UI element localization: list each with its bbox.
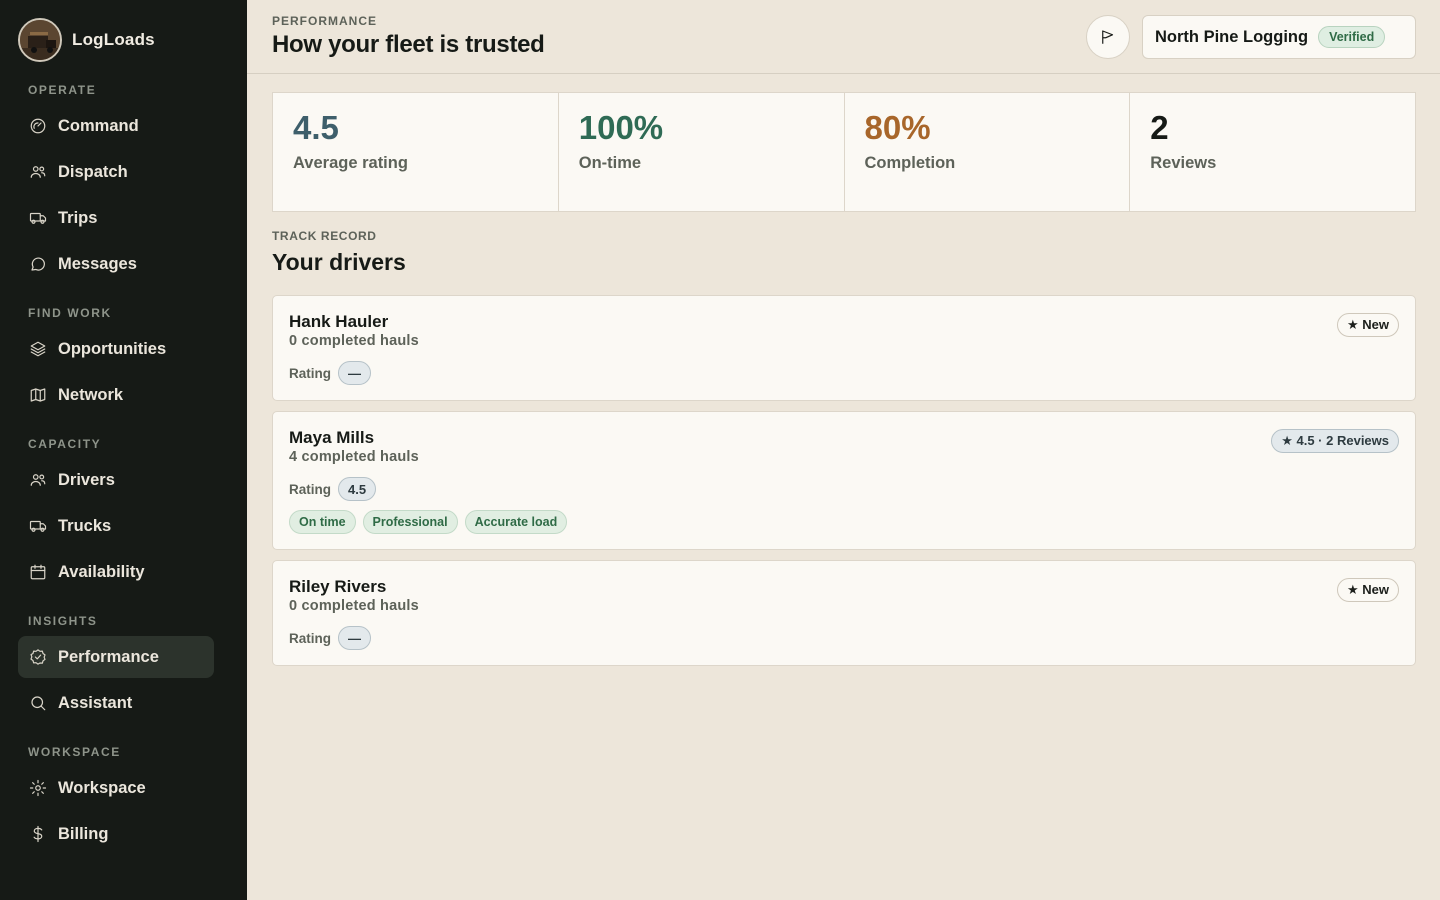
- driver-name: Riley Rivers: [289, 577, 387, 596]
- new-badge: ★ New: [1337, 313, 1399, 337]
- truck-icon: [28, 208, 48, 228]
- sidebar-item-billing[interactable]: Billing: [18, 813, 214, 855]
- rating-label: Rating: [289, 630, 331, 646]
- driver-tags: On time Professional Accurate load: [289, 510, 574, 534]
- stat-label: Completion: [864, 154, 956, 172]
- sidebar-item-workspace[interactable]: Workspace: [18, 767, 214, 809]
- sidebar-item-network[interactable]: Network: [18, 374, 214, 416]
- new-badge: ★ New: [1337, 578, 1399, 602]
- sidebar-item-label: Opportunities: [58, 339, 167, 358]
- sidebar-item-label: Trucks: [58, 516, 112, 535]
- badge-check-icon: [28, 647, 48, 667]
- stat-label: Average rating: [293, 154, 408, 172]
- rating-chip: —: [338, 361, 371, 385]
- tag-accurate-load: Accurate load: [464, 510, 568, 534]
- page-eyebrow: PERFORMANCE: [272, 14, 378, 28]
- rating-row: Rating —: [289, 361, 371, 385]
- org-switcher[interactable]: North Pine Logging Verified: [1142, 15, 1416, 59]
- sidebar-item-label: Assistant: [58, 693, 133, 712]
- sidebar-item-command[interactable]: Command: [18, 105, 214, 147]
- driver-hauls: 4 completed hauls: [289, 449, 419, 465]
- sidebar-item-label: Messages: [58, 254, 137, 273]
- stat-value: 2: [1150, 109, 1169, 146]
- sidebar-item-drivers[interactable]: Drivers: [18, 459, 214, 501]
- sidebar: LogLoads OPERATE Command Dispatch Trips …: [0, 0, 247, 900]
- truck-icon: [28, 516, 48, 536]
- flag-icon: [1102, 30, 1114, 44]
- driver-hauls: 0 completed hauls: [289, 598, 419, 614]
- rating-row: Rating —: [289, 626, 371, 650]
- driver-card[interactable]: Hank Hauler 0 completed hauls Rating — ★…: [272, 295, 1416, 401]
- section-title: Your drivers: [272, 249, 406, 275]
- section-eyebrow: TRACK RECORD: [272, 229, 377, 243]
- users-icon: [28, 470, 48, 490]
- rating-label: Rating: [289, 365, 331, 381]
- chat-icon: [28, 254, 48, 274]
- section-label-insights: INSIGHTS: [28, 614, 98, 628]
- review-badge: ★ 4.5 · 2 Reviews: [1271, 429, 1399, 453]
- sidebar-item-label: Performance: [58, 647, 159, 666]
- sidebar-item-opportunities[interactable]: Opportunities: [18, 328, 214, 370]
- flag-button[interactable]: [1086, 15, 1130, 59]
- stat-label: On-time: [578, 154, 642, 172]
- sidebar-item-assistant[interactable]: Assistant: [18, 682, 214, 724]
- dollar-icon: [28, 824, 48, 844]
- rating-label: Rating: [289, 481, 331, 497]
- stat-value: 100%: [578, 109, 664, 146]
- sidebar-item-label: Command: [58, 116, 139, 135]
- verified-badge: Verified: [1318, 26, 1386, 48]
- rating-chip: 4.5: [338, 477, 377, 501]
- driver-name: Hank Hauler: [289, 312, 389, 331]
- gauge-icon: [28, 116, 48, 136]
- sidebar-item-trips[interactable]: Trips: [18, 197, 214, 239]
- sidebar-item-label: Network: [58, 385, 124, 404]
- search-icon: [28, 693, 48, 713]
- driver-name: Maya Mills: [289, 428, 375, 447]
- layers-icon: [28, 339, 48, 359]
- stat-completion: 80% Completion: [845, 93, 1131, 211]
- stat-value: 4.5: [293, 109, 339, 146]
- sidebar-item-label: Billing: [58, 824, 109, 843]
- stat-average-rating: 4.5 Average rating: [273, 93, 559, 211]
- stat-value: 80%: [864, 109, 931, 146]
- stat-reviews: 2 Reviews: [1130, 93, 1415, 211]
- sidebar-item-label: Dispatch: [58, 162, 128, 181]
- logo: [18, 18, 62, 62]
- section-label-capacity: CAPACITY: [28, 437, 102, 451]
- section-label-workspace: WORKSPACE: [28, 745, 121, 759]
- brand-name: LogLoads: [72, 30, 155, 49]
- section-label-find-work: FIND WORK: [28, 306, 112, 320]
- stat-on-time: 100% On-time: [559, 93, 845, 211]
- sidebar-item-performance[interactable]: Performance: [18, 636, 214, 678]
- sidebar-item-label: Drivers: [58, 470, 115, 489]
- sidebar-item-messages[interactable]: Messages: [18, 243, 214, 285]
- page-title: How your fleet is trusted: [272, 31, 545, 58]
- tag-professional: Professional: [362, 510, 458, 534]
- calendar-icon: [28, 562, 48, 582]
- sidebar-item-trucks[interactable]: Trucks: [18, 505, 214, 547]
- gear-icon: [28, 778, 48, 798]
- tag-on-time: On time: [289, 510, 356, 534]
- stats-panel: 4.5 Average rating 100% On-time 80% Comp…: [272, 92, 1416, 212]
- driver-hauls: 0 completed hauls: [289, 333, 419, 349]
- driver-card[interactable]: Riley Rivers 0 completed hauls Rating — …: [272, 560, 1416, 666]
- rating-chip: —: [338, 626, 371, 650]
- sidebar-item-label: Availability: [58, 562, 145, 581]
- sidebar-item-label: Workspace: [58, 778, 146, 797]
- brand[interactable]: LogLoads: [18, 18, 155, 62]
- driver-card[interactable]: Maya Mills 4 completed hauls Rating 4.5 …: [272, 411, 1416, 550]
- rating-row: Rating 4.5: [289, 477, 377, 501]
- section-label-operate: OPERATE: [28, 83, 97, 97]
- map-icon: [28, 385, 48, 405]
- org-name: North Pine Logging: [1155, 27, 1309, 46]
- users-icon: [28, 162, 48, 182]
- sidebar-item-dispatch[interactable]: Dispatch: [18, 151, 214, 193]
- sidebar-item-label: Trips: [58, 208, 98, 227]
- stat-label: Reviews: [1150, 154, 1217, 172]
- sidebar-item-availability[interactable]: Availability: [18, 551, 214, 593]
- page-header: PERFORMANCE How your fleet is trusted No…: [247, 0, 1440, 74]
